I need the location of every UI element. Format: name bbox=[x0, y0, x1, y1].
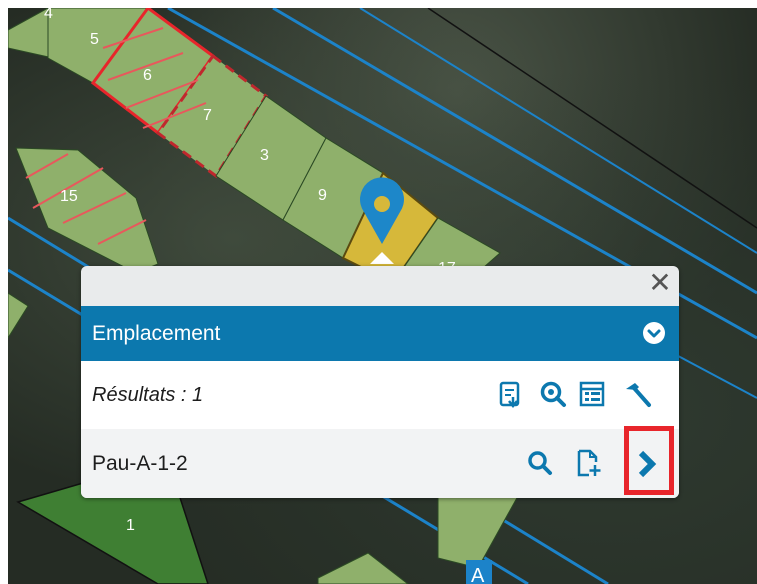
parcel-label-6: 6 bbox=[143, 67, 152, 84]
parcel-lower-2 bbox=[317, 552, 409, 584]
parcel-edge bbox=[8, 292, 29, 339]
parcel-label-9: 9 bbox=[318, 187, 327, 204]
parcel-label-4: 4 bbox=[44, 8, 53, 22]
results-label: Résultats : 1 bbox=[92, 383, 204, 406]
next-button-highlight bbox=[624, 426, 674, 495]
result-row[interactable]: Pau-A-1-2 bbox=[81, 429, 679, 498]
zoom-search-icon[interactable] bbox=[539, 380, 567, 413]
results-bar: Résultats : 1 bbox=[81, 361, 679, 429]
popup-header[interactable]: Emplacement bbox=[81, 306, 679, 361]
parcel-label-15: 15 bbox=[60, 188, 78, 205]
parcel-label-5: 5 bbox=[90, 31, 99, 48]
parcel-label-3: 3 bbox=[260, 147, 269, 164]
add-document-icon[interactable] bbox=[575, 448, 603, 483]
export-report-icon[interactable] bbox=[499, 381, 523, 414]
table-view-icon[interactable] bbox=[579, 381, 605, 412]
parcel-label-7: 7 bbox=[203, 107, 212, 124]
location-popup: ✕ Emplacement Résultats : 1 Pau-A-1-2 bbox=[81, 266, 679, 498]
result-item-label: Pau-A-1-2 bbox=[92, 451, 188, 475]
close-icon[interactable]: ✕ bbox=[647, 269, 673, 297]
parcel-label-1: 1 bbox=[126, 517, 135, 534]
chevron-down-circle-icon[interactable] bbox=[643, 322, 665, 344]
marker-badge-label: A bbox=[471, 565, 485, 584]
search-icon[interactable] bbox=[527, 450, 553, 481]
hammer-icon[interactable] bbox=[623, 381, 653, 414]
popup-title: Emplacement bbox=[92, 321, 221, 345]
parcel-lower bbox=[437, 495, 519, 569]
